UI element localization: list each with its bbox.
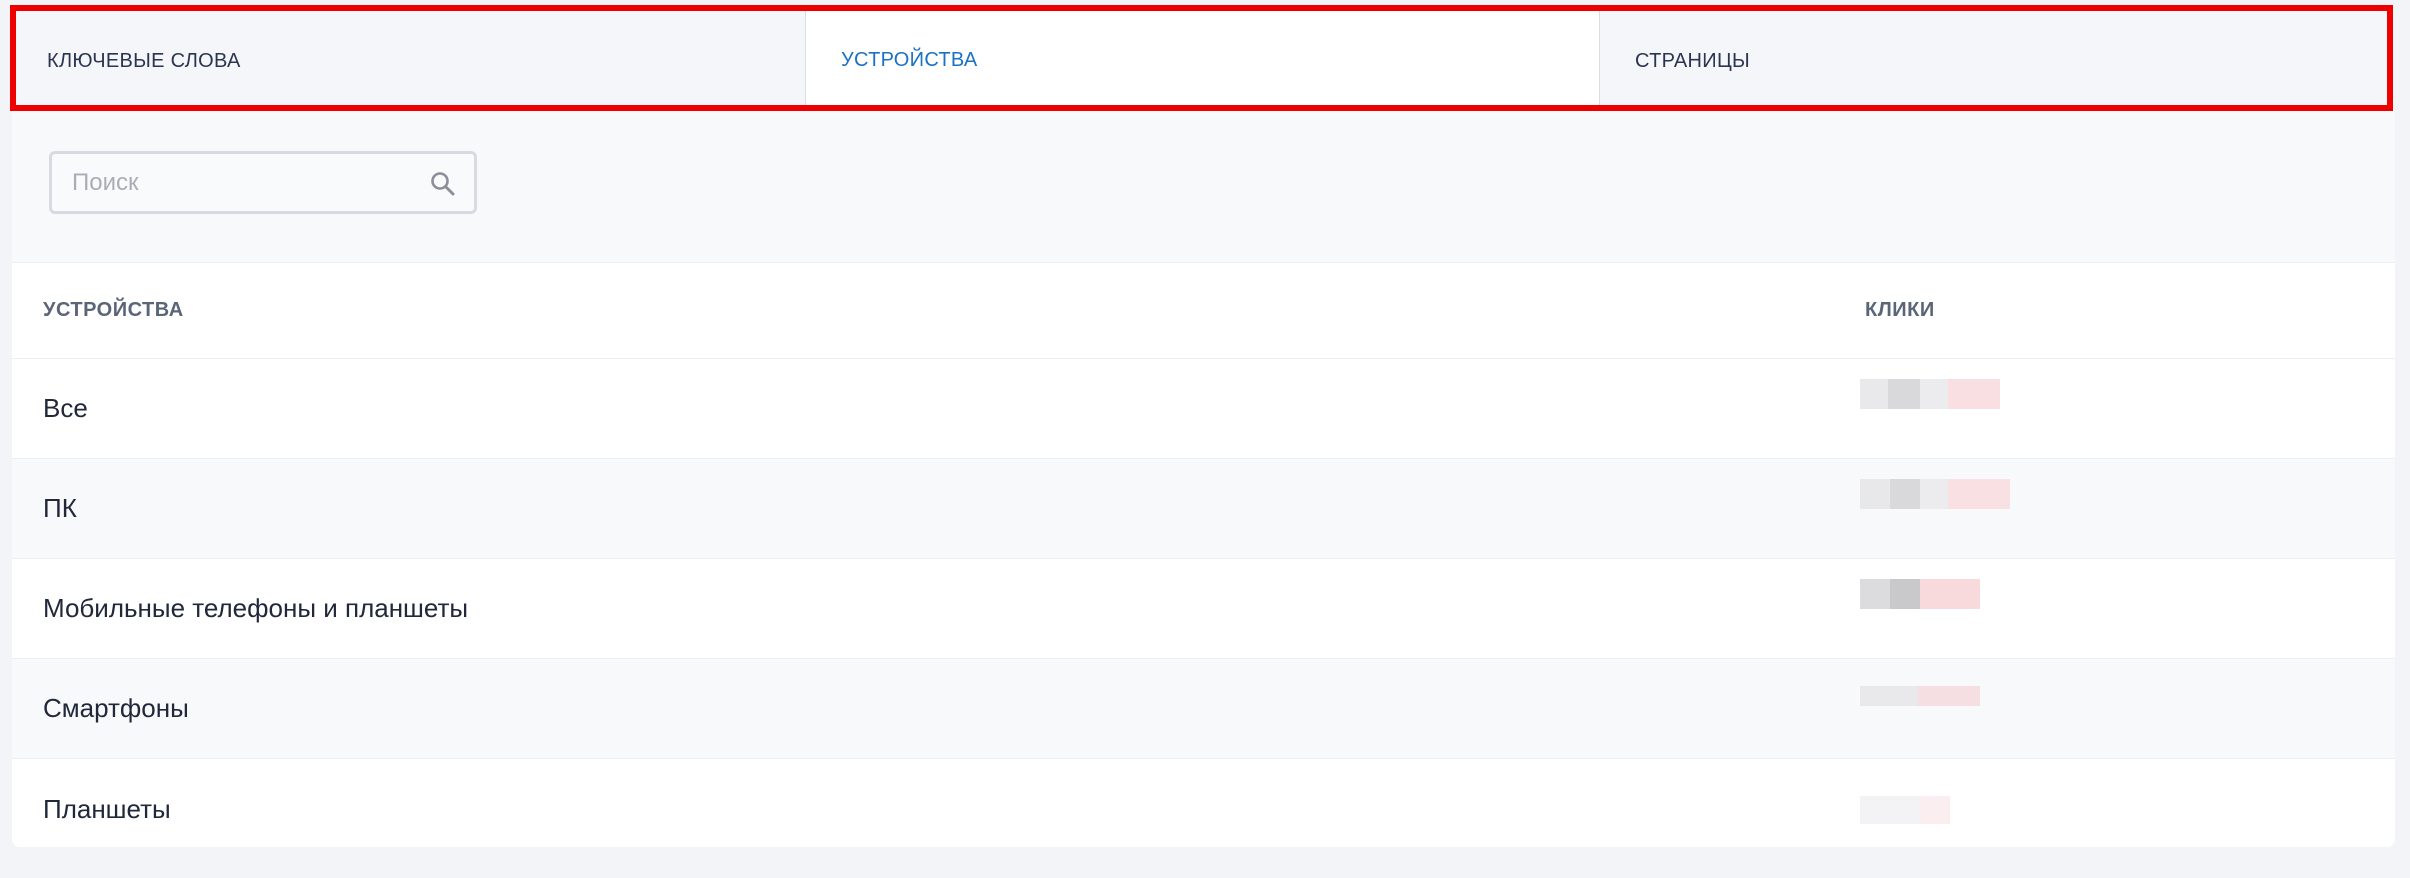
device-name: Мобильные телефоны и планшеты	[43, 593, 469, 623]
tab-keywords-label: КЛЮЧЕВЫЕ СЛОВА	[47, 49, 241, 72]
device-name: ПК	[43, 493, 77, 523]
search-icon[interactable]	[430, 171, 456, 197]
clicks-value-redacted	[1860, 379, 2000, 409]
column-header-clicks[interactable]: КЛИКИ	[1865, 299, 1935, 322]
tab-pages-label: СТРАНИЦЫ	[1635, 49, 1751, 72]
table-row: ПК	[12, 459, 2395, 559]
clicks-value-redacted	[1860, 579, 1980, 609]
table-header: УСТРОЙСТВА КЛИКИ	[12, 263, 2395, 359]
tab-pages[interactable]: СТРАНИЦЫ	[1600, 11, 2395, 111]
device-name: Смартфоны	[43, 693, 189, 723]
column-header-devices[interactable]: УСТРОЙСТВА	[43, 299, 184, 322]
tab-devices[interactable]: УСТРОЙСТВА	[805, 11, 1600, 111]
devices-report-card: КЛЮЧЕВЫЕ СЛОВА УСТРОЙСТВА СТРАНИЦЫ УСТРО…	[12, 11, 2395, 847]
tab-keywords[interactable]: КЛЮЧЕВЫЕ СЛОВА	[12, 11, 805, 111]
device-name: Планшеты	[43, 793, 171, 824]
search-toolbar	[12, 111, 2395, 263]
tab-bar: КЛЮЧЕВЫЕ СЛОВА УСТРОЙСТВА СТРАНИЦЫ	[12, 11, 2395, 111]
clicks-value-redacted	[1860, 479, 2010, 509]
table-row: Планшеты	[12, 759, 2395, 847]
table-row: Мобильные телефоны и планшеты	[12, 559, 2395, 659]
device-name: Все	[43, 393, 88, 423]
search-box[interactable]	[49, 151, 477, 214]
devices-table: УСТРОЙСТВА КЛИКИ Все ПК Мобильные телефо…	[12, 263, 2395, 847]
table-row: Смартфоны	[12, 659, 2395, 759]
clicks-value-redacted	[1860, 686, 1980, 706]
search-input[interactable]	[52, 153, 414, 212]
tab-devices-label: УСТРОЙСТВА	[841, 48, 978, 71]
table-row: Все	[12, 359, 2395, 459]
clicks-value-redacted	[1860, 796, 1950, 824]
